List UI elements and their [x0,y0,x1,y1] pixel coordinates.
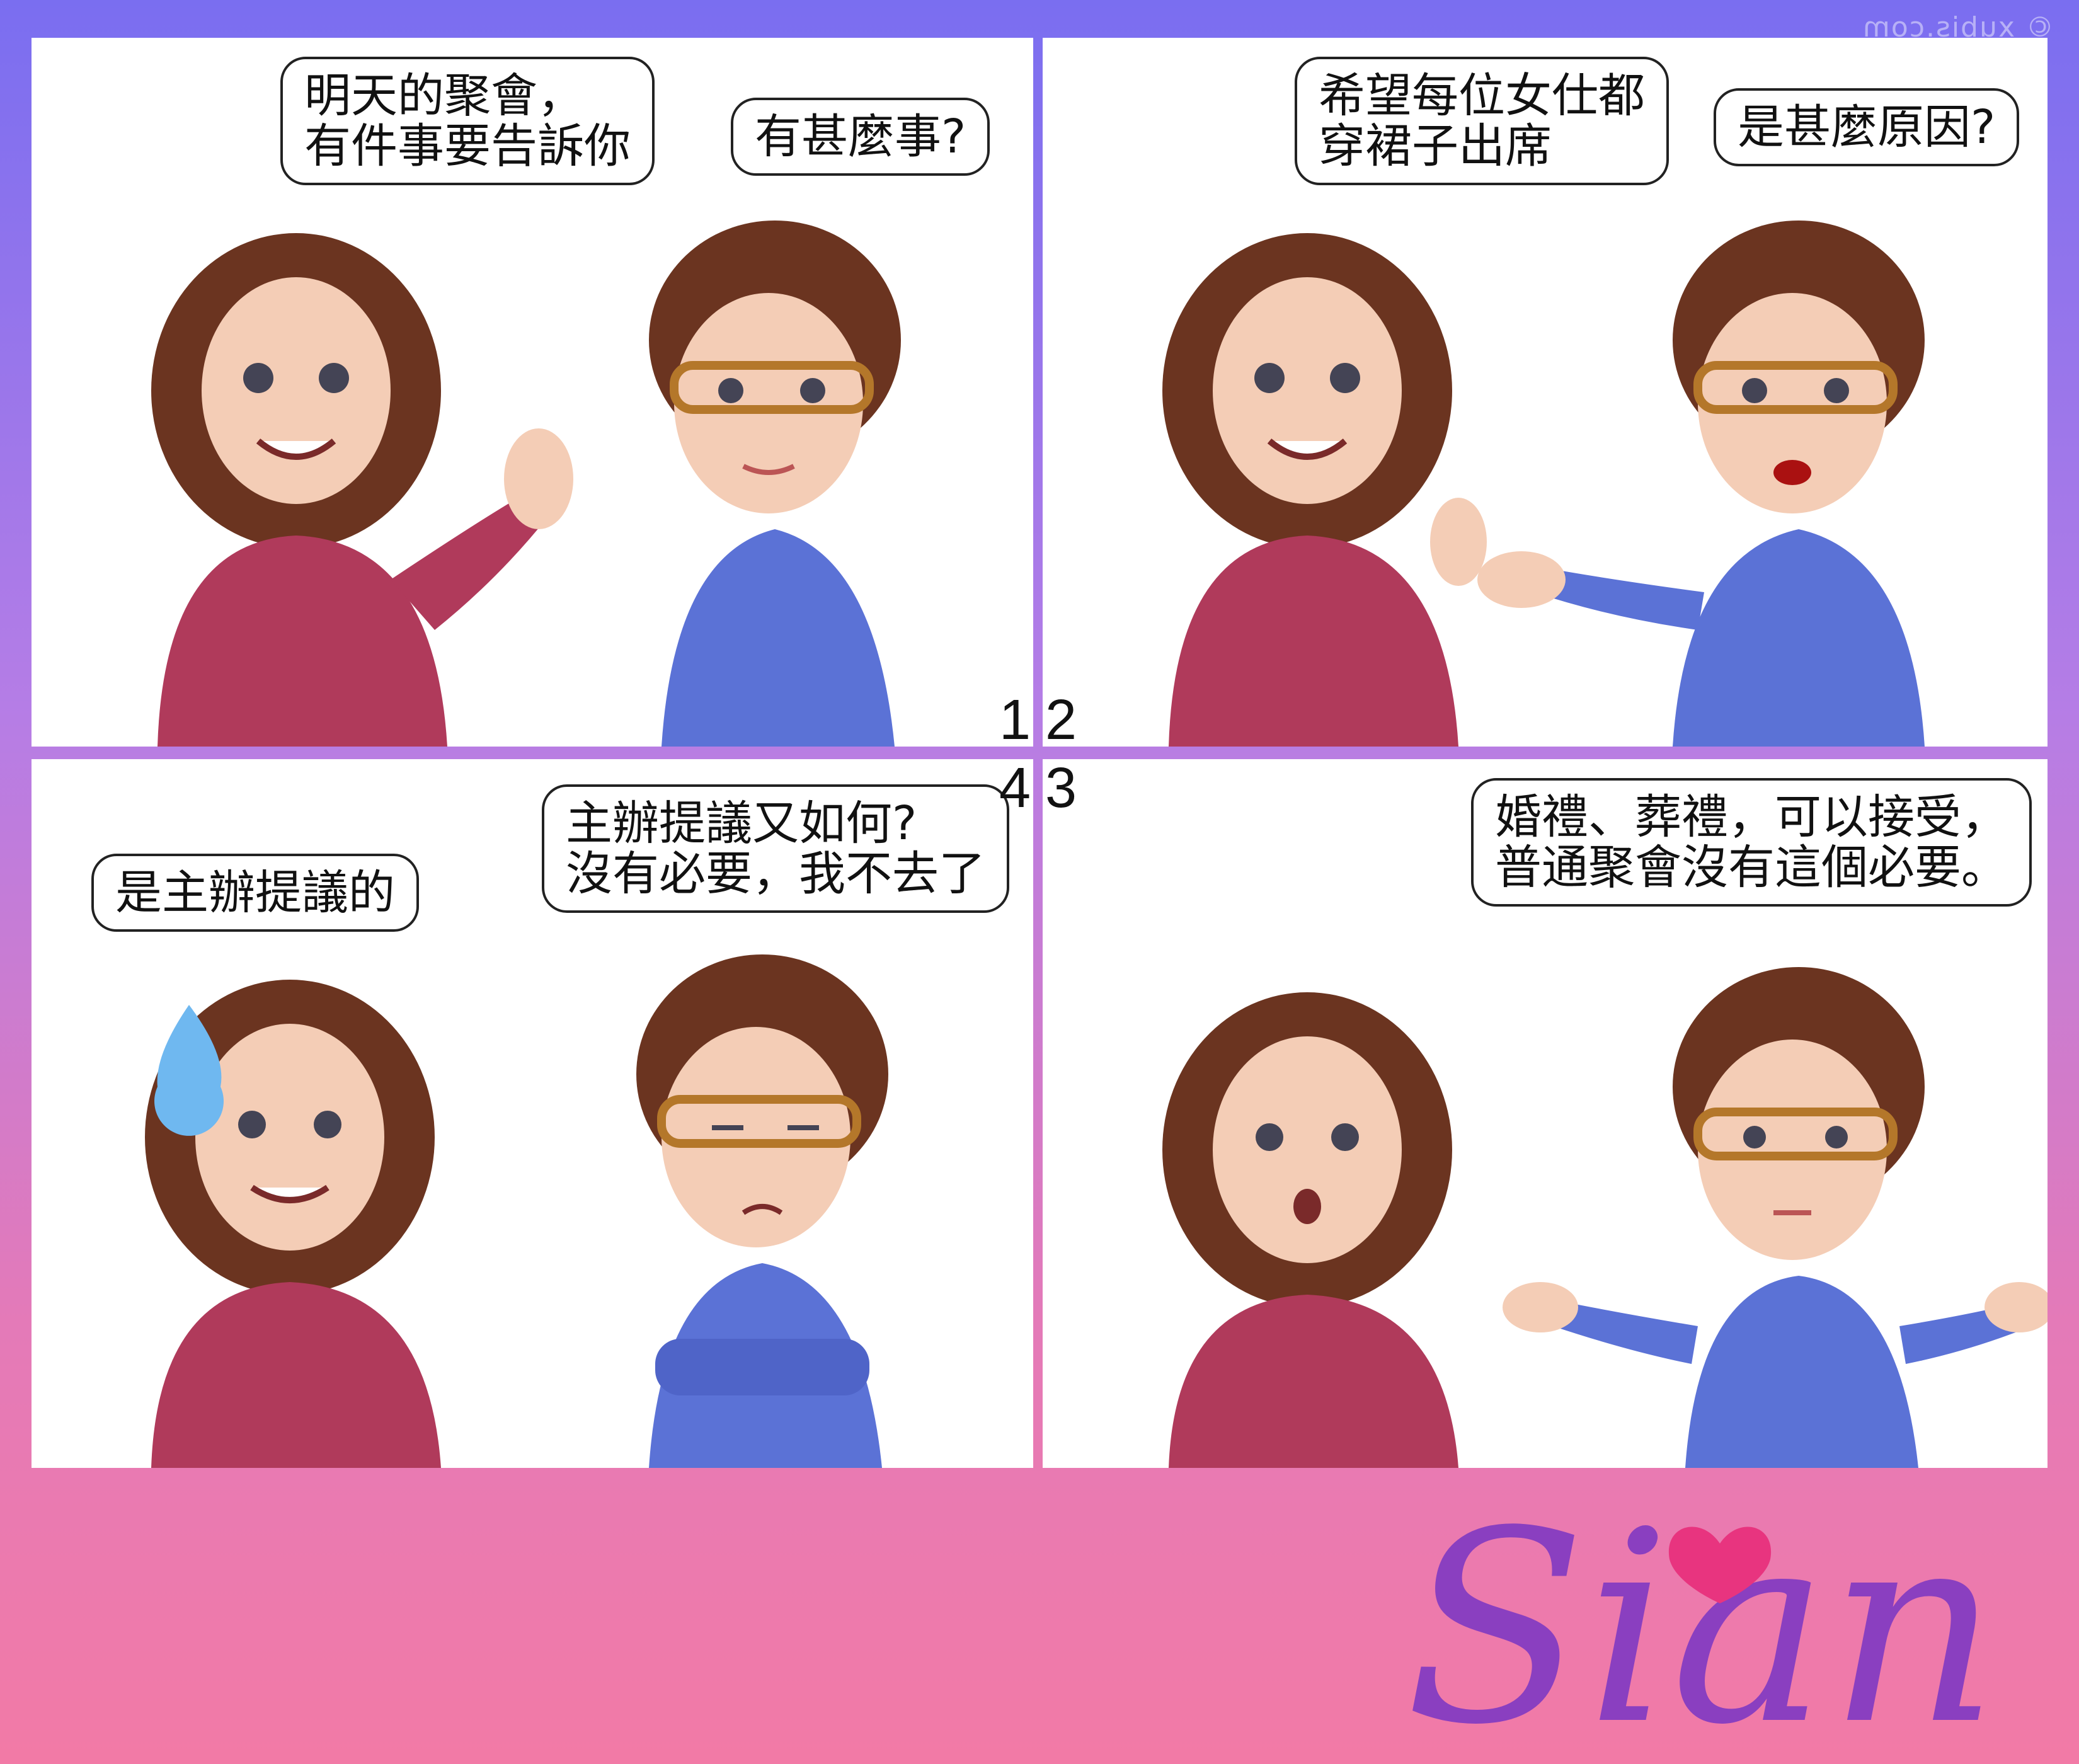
short-hair-woman-figure [636,954,888,1468]
panel-number: 1 [999,689,1031,747]
curly-hair-woman-figure [151,233,573,747]
comic-panel-4: 是主辦提議的 主辦提議又如何? 沒有必要，我不去了 4 [32,759,1033,1468]
panel-number: 4 [999,759,1031,820]
curly-hair-woman-figure [1162,992,1458,1468]
logo-text: Sian [1405,1475,1999,1758]
short-hair-woman-figure [1477,220,1925,747]
speech-bubble: 是甚麼原因? [1714,88,2020,166]
speech-bubble: 主辦提議又如何? 沒有必要，我不去了 [542,784,1009,913]
panel-number: 2 [1045,689,1077,747]
speech-bubble: 明天的聚會， 有件事要告訴你 [280,57,655,185]
comic-panel-3: 婚禮、葬禮，可以接受， 普通聚會沒有這個必要。 3 [1043,759,2048,1468]
comic-panel-1: 明天的聚會， 有件事要告訴你 有甚麼事? 1 [32,38,1033,747]
speech-bubble: 希望每位女仕都 穿裙子出席 [1295,57,1669,185]
curly-hair-woman-figure [1162,233,1487,747]
curly-hair-woman-figure [145,980,441,1468]
speech-bubble: 是主辦提議的 [91,854,419,932]
sian-logo: Sian [1405,1475,1999,1758]
short-hair-woman-figure [649,220,901,747]
speech-bubble: 婚禮、葬禮，可以接受， 普通聚會沒有這個必要。 [1471,778,2032,907]
speech-bubble: 有甚麼事? [731,98,990,176]
panel-number: 3 [1045,759,1077,820]
comic-panel-2: 希望每位女仕都 穿裙子出席 是甚麼原因? 2 [1043,38,2048,747]
short-hair-woman-figure [1503,967,2048,1468]
